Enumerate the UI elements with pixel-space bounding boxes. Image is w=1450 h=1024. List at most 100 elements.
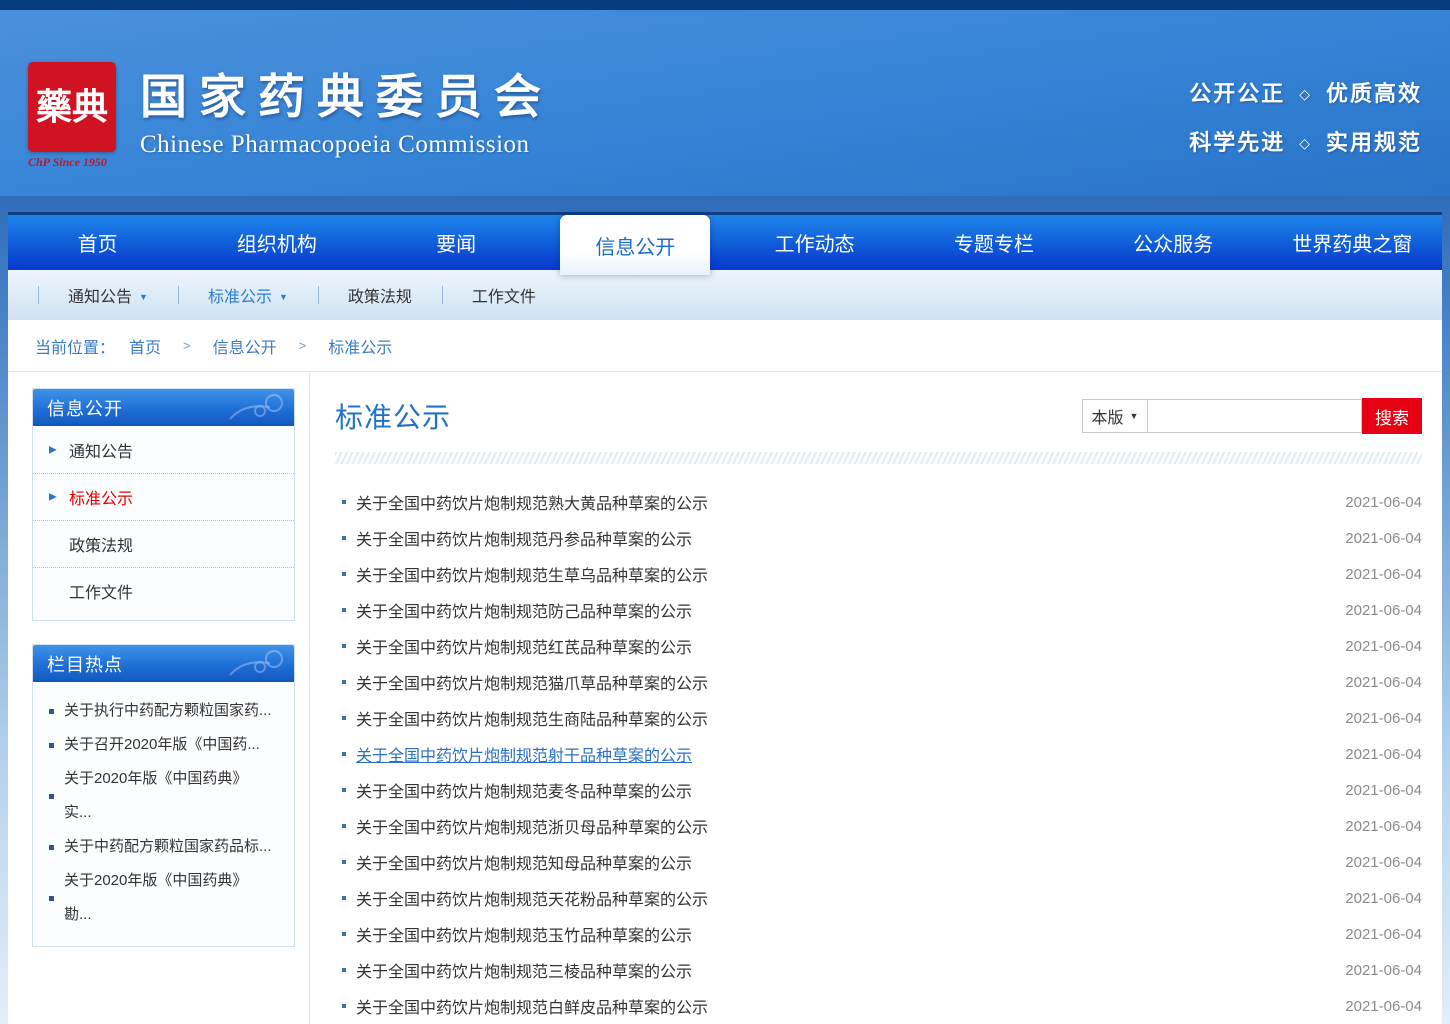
nav-item[interactable]: 首页	[8, 215, 187, 270]
announcement-link[interactable]: 关于全国中药饮片炮制规范玉竹品种草案的公示	[356, 922, 1333, 946]
breadcrumb-separator: >	[299, 338, 307, 353]
bullet-icon	[342, 968, 346, 972]
sidebar-menu-item[interactable]: ▶通知公告	[33, 426, 294, 473]
page-background: 首页组织机构要闻信息公开工作动态专题专栏公众服务世界药典之窗 通知公告▼标准公示…	[0, 196, 1450, 1024]
announcement-link[interactable]: 关于全国中药饮片炮制规范三棱品种草案的公示	[356, 958, 1333, 982]
sidebar-hot-list: 关于执行中药配方颗粒国家药...关于召开2020年版《中国药...关于2020年…	[33, 682, 294, 946]
bullet-icon	[342, 680, 346, 684]
announcement-date: 2021-06-04	[1345, 530, 1422, 547]
sidebar: 信息公开 ▶通知公告▶标准公示政策法规工作文件 栏目热点	[8, 372, 310, 1024]
nav-item-label: 首页	[78, 228, 118, 257]
nav-item-label: 要闻	[436, 228, 476, 257]
announcement-link[interactable]: 关于全国中药饮片炮制规范生草乌品种草案的公示	[356, 562, 1333, 586]
bullet-icon	[49, 743, 54, 748]
nav-item[interactable]: 信息公开	[546, 215, 725, 270]
announcement-link[interactable]: 关于全国中药饮片炮制规范熟大黄品种草案的公示	[356, 490, 1333, 514]
content-area: 信息公开 ▶通知公告▶标准公示政策法规工作文件 栏目热点	[8, 372, 1442, 1024]
sidebar-menu-item[interactable]: 政策法规	[33, 520, 294, 567]
table-row: 关于全国中药饮片炮制规范红芪品种草案的公示 2021-06-04	[335, 628, 1422, 664]
site-logo[interactable]: 藥典 ChP Since 1950	[28, 62, 116, 170]
diamond-separator-icon: ◇	[1299, 135, 1312, 151]
announcement-link[interactable]: 关于全国中药饮片炮制规范红芪品种草案的公示	[356, 634, 1333, 658]
bullet-icon	[342, 824, 346, 828]
subnav-item-label: 通知公告	[68, 289, 132, 306]
hot-item-line: 关于2020年版《中国药典》	[64, 762, 247, 796]
nav-item[interactable]: 公众服务	[1084, 215, 1263, 270]
sidebar-hot-item[interactable]: 关于执行中药配方颗粒国家药...	[49, 694, 282, 728]
nav-item[interactable]: 要闻	[367, 215, 546, 270]
bullet-icon	[49, 794, 54, 799]
nav-item-label: 世界药典之窗	[1292, 228, 1412, 257]
breadcrumb-label: 当前位置：	[35, 334, 115, 358]
seal-characters: 藥典	[36, 89, 108, 125]
nav-item[interactable]: 世界药典之窗	[1263, 215, 1442, 270]
nav-item-label: 专题专栏	[954, 228, 1034, 257]
nav-tab: 世界药典之窗	[1282, 215, 1422, 270]
sidebar-hot-item[interactable]: 关于召开2020年版《中国药...	[49, 728, 282, 762]
bullet-icon	[49, 709, 54, 714]
bullet-icon	[49, 845, 54, 850]
chevron-down-icon: ▼	[139, 292, 148, 302]
announcement-link[interactable]: 关于全国中药饮片炮制规范丹参品种草案的公示	[356, 526, 1333, 550]
announcement-link[interactable]: 关于全国中药饮片炮制规范射干品种草案的公示	[356, 742, 1333, 766]
table-row: 关于全国中药饮片炮制规范防己品种草案的公示 2021-06-04	[335, 592, 1422, 628]
sidebar-hot-box: 栏目热点 关于执行中药配方颗粒国家药...关于召开2020年版《中国药...关于…	[32, 644, 295, 947]
nav-item-label: 信息公开	[595, 231, 675, 260]
bullet-icon	[342, 716, 346, 720]
announcement-link[interactable]: 关于全国中药饮片炮制规范麦冬品种草案的公示	[356, 778, 1333, 802]
announcement-link[interactable]: 关于全国中药饮片炮制规范白鲜皮品种草案的公示	[356, 994, 1333, 1018]
nav-item[interactable]: 组织机构	[187, 215, 366, 270]
subnav-item[interactable]: 政策法规	[318, 283, 442, 307]
announcement-link[interactable]: 关于全国中药饮片炮制规范生商陆品种草案的公示	[356, 706, 1333, 730]
table-row: 关于全国中药饮片炮制规范浙贝母品种草案的公示2021-06-04	[335, 808, 1422, 844]
nav-tab: 专题专栏	[944, 215, 1044, 270]
table-row: 关于全国中药饮片炮制规范三棱品种草案的公示2021-06-04	[335, 952, 1422, 988]
search-scope-select[interactable]: 本版 ▼	[1082, 399, 1148, 433]
nav-tab: 组织机构	[227, 215, 327, 270]
table-row: 关于全国中药饮片炮制规范生草乌品种草案的公示2021-06-04	[335, 556, 1422, 592]
subnav-item[interactable]: 标准公示▼	[178, 283, 318, 307]
bullet-icon	[342, 608, 346, 612]
hot-item-line: 关于召开2020年版《中国药...	[64, 728, 260, 762]
search-scope-value: 本版	[1092, 404, 1124, 428]
sidebar-menu-item[interactable]: ▶标准公示	[33, 473, 294, 520]
announcement-date: 2021-06-04	[1345, 890, 1422, 907]
breadcrumb-link-home[interactable]: 首页	[129, 334, 161, 358]
top-strip	[0, 0, 1450, 10]
nav-tab: 公众服务	[1123, 215, 1223, 270]
search-button[interactable]: 搜索	[1362, 398, 1422, 434]
chevron-down-icon: ▼	[279, 292, 288, 302]
sidebar-menu-item-label: 通知公告	[69, 438, 133, 462]
announcement-date: 2021-06-04	[1345, 638, 1422, 655]
announcement-date: 2021-06-04	[1345, 674, 1422, 691]
announcement-link[interactable]: 关于全国中药饮片炮制规范猫爪草品种草案的公示	[356, 670, 1333, 694]
announcement-date: 2021-06-04	[1345, 494, 1422, 511]
brand-block: 国家药典委员会 Chinese Pharmacopoeia Commission	[140, 58, 553, 159]
announcement-link[interactable]: 关于全国中药饮片炮制规范防己品种草案的公示	[356, 598, 1333, 622]
subnav-item[interactable]: 通知公告 ▼	[38, 283, 178, 307]
sidebar-hot-item[interactable]: 关于2020年版《中国药典》勘...	[49, 864, 282, 932]
nav-item[interactable]: 工作动态	[725, 215, 904, 270]
announcement-link[interactable]: 关于全国中药饮片炮制规范浙贝母品种草案的公示	[356, 814, 1333, 838]
sidebar-hot-item[interactable]: 关于中药配方颗粒国家药品标...	[49, 830, 282, 864]
nav-item[interactable]: 专题专栏	[904, 215, 1083, 270]
bullet-icon	[342, 932, 346, 936]
subnav-item[interactable]: 工作文件	[442, 283, 566, 307]
breadcrumb-link-info[interactable]: 信息公开	[213, 334, 277, 358]
announcement-link[interactable]: 关于全国中药饮片炮制规范知母品种草案的公示	[356, 850, 1333, 874]
announcement-link[interactable]: 关于全国中药饮片炮制规范天花粉品种草案的公示	[356, 886, 1333, 910]
slogan-line: 科学先进◇实用规范	[1189, 125, 1422, 157]
table-row: 关于全国中药饮片炮制规范猫爪草品种草案的公示 2021-06-04	[335, 664, 1422, 700]
sidebar-menu-item-label: 标准公示	[69, 485, 133, 509]
announcement-date: 2021-06-04	[1345, 602, 1422, 619]
sidebar-menu-item-label: 工作文件	[69, 579, 133, 603]
page-title: 标准公示	[335, 396, 451, 436]
breadcrumb-link-current[interactable]: 标准公示	[328, 334, 392, 358]
slogan-line: 公开公正◇优质高效	[1189, 76, 1422, 108]
sidebar-hot-item[interactable]: 关于2020年版《中国药典》实...	[49, 762, 282, 830]
nav-item-label: 组织机构	[237, 228, 317, 257]
sidebar-menu-list: ▶通知公告▶标准公示政策法规工作文件	[33, 426, 294, 620]
sidebar-menu-item[interactable]: 工作文件	[33, 567, 294, 614]
search-input[interactable]	[1148, 399, 1362, 433]
bullet-icon	[342, 896, 346, 900]
